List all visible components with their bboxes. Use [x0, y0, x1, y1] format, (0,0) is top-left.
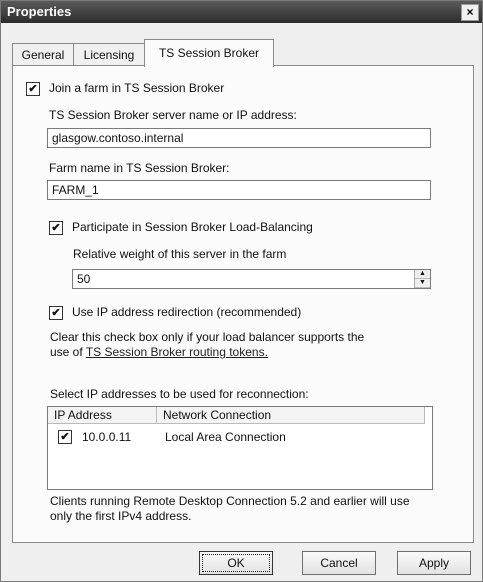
network-connection-cell: Local Area Connection	[165, 430, 286, 444]
server-name-input[interactable]	[47, 128, 431, 148]
tab-panel: ✔ Join a farm in TS Session Broker TS Se…	[12, 65, 474, 543]
reconnection-label: Select IP addresses to be used for recon…	[50, 387, 309, 401]
ip-address-cell: 10.0.0.11	[82, 430, 132, 444]
spin-down-icon[interactable]: ▼	[415, 279, 430, 288]
farm-name-label: Farm name in TS Session Broker:	[49, 161, 230, 175]
redirection-note-prefix: use of	[50, 345, 86, 359]
load-balancing-label: Participate in Session Broker Load-Balan…	[72, 220, 313, 234]
column-network-connection[interactable]: Network Connection	[157, 407, 425, 424]
ip-address-list[interactable]: IP Address Network Connection ✔ 10.0.0.1…	[47, 406, 433, 490]
title-bar[interactable]: Properties ×	[1, 1, 482, 23]
ip-redirection-label: Use IP address redirection (recommended)	[72, 305, 302, 319]
server-name-label: TS Session Broker server name or IP addr…	[49, 108, 297, 122]
routing-tokens-link[interactable]: TS Session Broker routing tokens.	[86, 345, 268, 359]
list-item[interactable]: ✔ 10.0.0.11 Local Area Connection	[48, 428, 432, 446]
apply-button[interactable]: Apply	[397, 551, 471, 575]
join-farm-label: Join a farm in TS Session Broker	[49, 81, 225, 95]
redirection-note-line1: Clear this check box only if your load b…	[50, 330, 365, 344]
weight-spinbox[interactable]: 50 ▲ ▼	[72, 269, 431, 289]
tab-ts-session-broker[interactable]: TS Session Broker	[144, 39, 274, 67]
farm-name-input[interactable]	[47, 180, 431, 200]
properties-dialog: Properties × General Licensing TS Sessio…	[0, 0, 483, 582]
weight-value: 50	[77, 272, 91, 286]
tab-licensing[interactable]: Licensing	[73, 43, 145, 66]
footer-note-line2: only the first IPv4 address.	[50, 509, 192, 523]
window-title: Properties	[7, 4, 72, 19]
ok-button[interactable]: OK	[199, 551, 273, 575]
ip-row-checkbox[interactable]: ✔	[58, 430, 72, 444]
redirection-note-line2: use of TS Session Broker routing tokens.	[50, 345, 268, 359]
column-ip-address[interactable]: IP Address	[48, 407, 157, 424]
weight-label: Relative weight of this server in the fa…	[73, 247, 287, 261]
close-icon[interactable]: ×	[461, 4, 479, 21]
footer-note-line1: Clients running Remote Desktop Connectio…	[50, 494, 410, 508]
weight-spinner[interactable]: ▲ ▼	[414, 270, 430, 288]
cancel-button[interactable]: Cancel	[302, 551, 376, 575]
tab-general[interactable]: General	[12, 43, 74, 66]
join-farm-checkbox[interactable]: ✔	[26, 82, 40, 96]
ip-redirection-checkbox[interactable]: ✔	[49, 306, 63, 320]
spin-up-icon[interactable]: ▲	[415, 270, 430, 279]
load-balancing-checkbox[interactable]: ✔	[49, 221, 63, 235]
